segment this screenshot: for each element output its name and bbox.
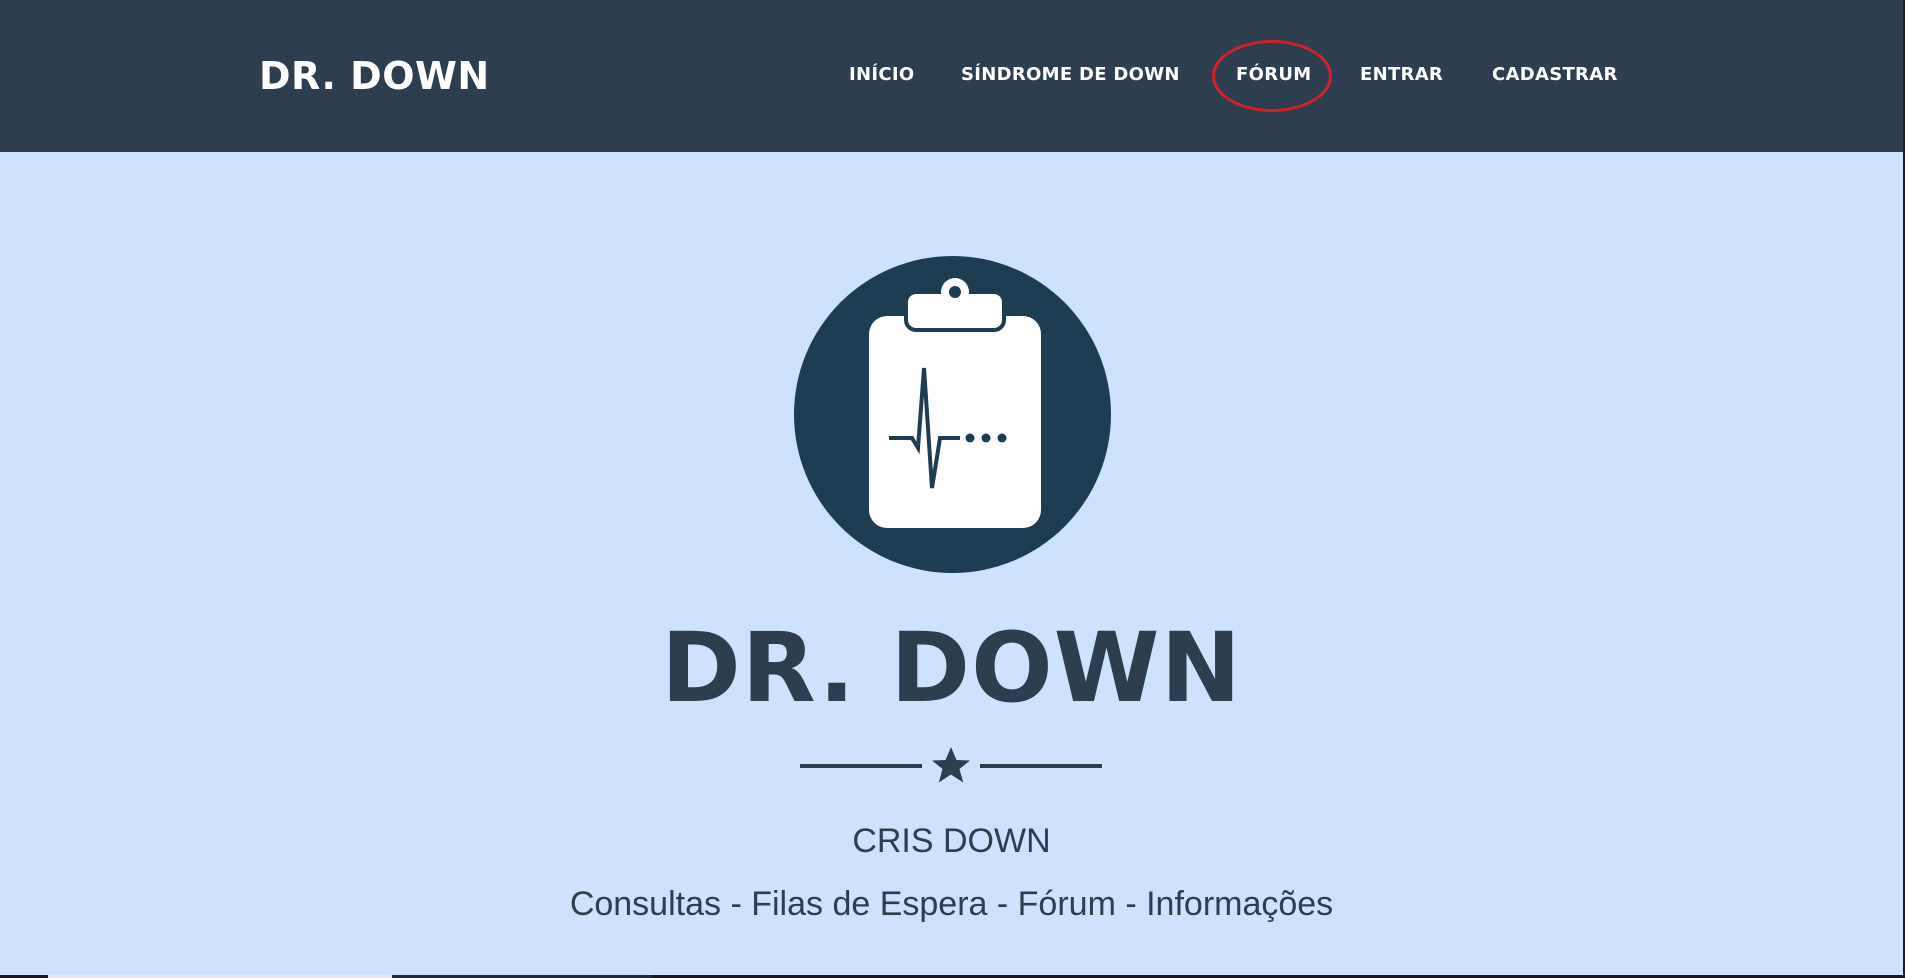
navbar: DR. DOWN INÍCIO SÍNDROME DE DOWN FÓRUM E… xyxy=(0,0,1903,152)
heartbeat-dot xyxy=(997,433,1007,443)
nav-item-entrar[interactable]: ENTRAR xyxy=(1360,64,1443,85)
nav-menu: INÍCIO SÍNDROME DE DOWN FÓRUM ENTRAR CAD… xyxy=(0,64,1903,90)
divider-line-right xyxy=(980,764,1102,768)
forum-highlight-circle xyxy=(1212,40,1332,112)
page: DR. DOWN INÍCIO SÍNDROME DE DOWN FÓRUM E… xyxy=(0,0,1905,978)
nav-item-cadastrar[interactable]: CADASTRAR xyxy=(1492,64,1618,85)
hero-subtitle: CRIS DOWN xyxy=(852,822,1051,860)
hero-section: DR. DOWN CRIS DOWN Consultas - Filas de … xyxy=(0,152,1903,975)
heartbeat-dot xyxy=(981,433,991,443)
clipboard-body xyxy=(869,316,1041,528)
divider-line-left xyxy=(800,764,922,768)
star-divider xyxy=(800,744,1102,788)
clipboard-heartbeat-svg xyxy=(869,278,1041,528)
clipboard-heartbeat-icon xyxy=(794,256,1111,573)
heartbeat-dot xyxy=(965,433,975,443)
nav-item-sindrome-de-down[interactable]: SÍNDROME DE DOWN xyxy=(961,64,1180,85)
star-icon xyxy=(932,747,970,783)
nav-item-inicio[interactable]: INÍCIO xyxy=(849,64,914,85)
browser-viewport: DR. DOWN INÍCIO SÍNDROME DE DOWN FÓRUM E… xyxy=(0,0,1905,975)
hero-tagline: Consultas - Filas de Espera - Fórum - In… xyxy=(569,885,1334,923)
hero-title: DR. DOWN xyxy=(661,612,1242,724)
clipboard-clip-hole xyxy=(949,286,961,298)
star-divider-svg xyxy=(800,747,1102,783)
